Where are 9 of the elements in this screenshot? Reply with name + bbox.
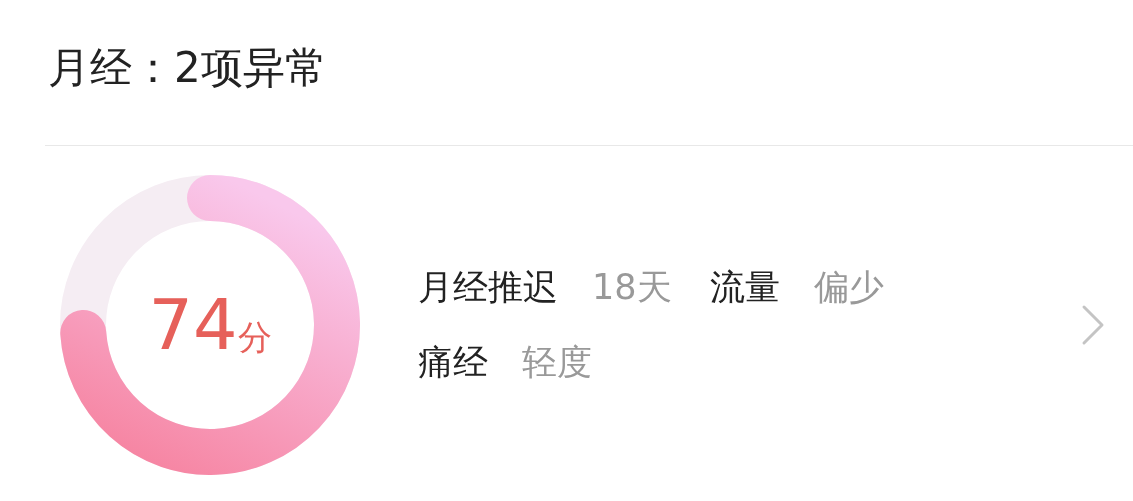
- item-value: 偏少: [813, 266, 884, 309]
- item-label: 月经推迟: [418, 266, 558, 309]
- chevron-right-icon[interactable]: [1081, 304, 1105, 346]
- section-title: 月经：2项异常: [48, 41, 327, 94]
- item-value: 轻度: [522, 341, 592, 384]
- item-label: 痛经: [418, 341, 488, 384]
- score-value: 74分: [148, 284, 272, 366]
- item-label: 流量: [709, 266, 780, 309]
- item-value: 18天: [592, 266, 672, 309]
